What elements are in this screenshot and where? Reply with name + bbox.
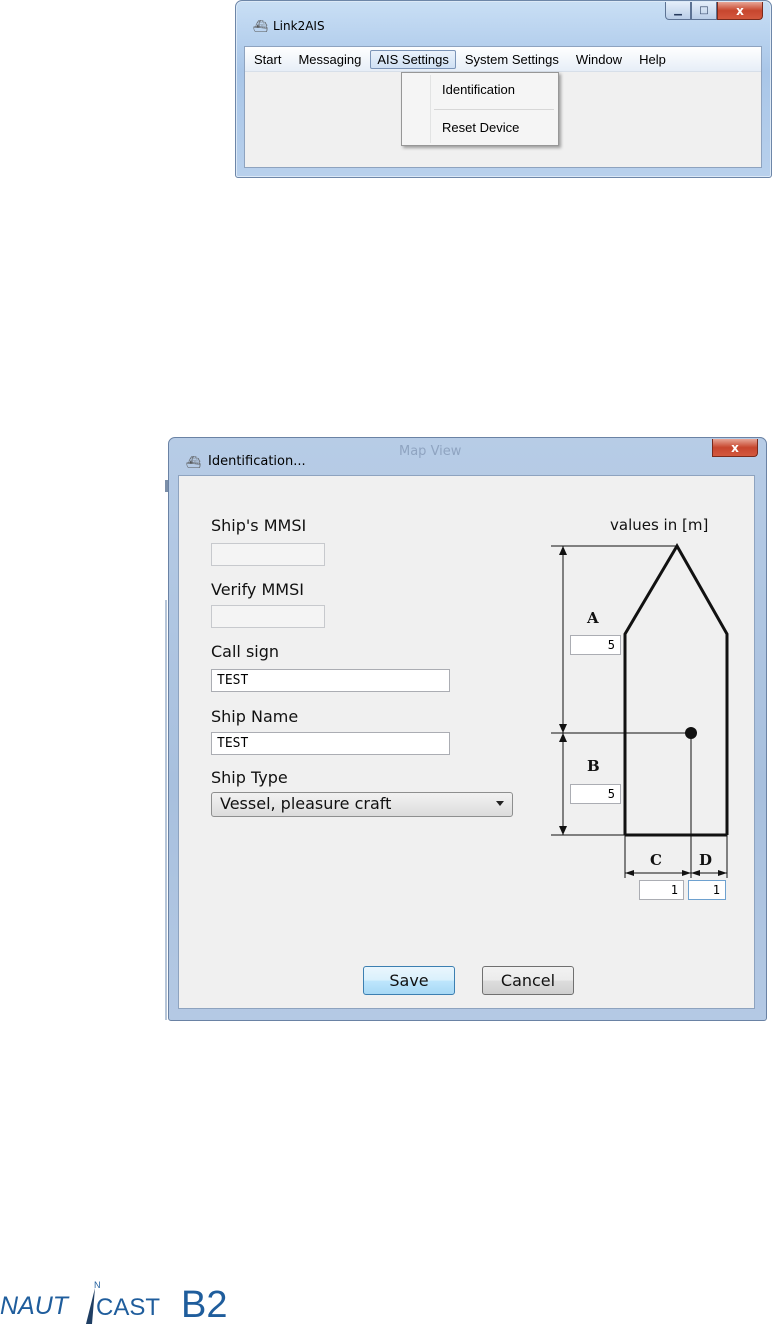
dimension-c-input[interactable]: 1	[639, 880, 684, 900]
menu-bar: Start Messaging AIS Settings System Sett…	[245, 47, 761, 72]
ship-app-icon: ⛴	[253, 19, 269, 33]
dimension-a-input[interactable]: 5	[570, 635, 621, 655]
minimize-icon: ▁	[674, 5, 682, 16]
identification-dialog: ⛴ Identification... Map View x Ship's MM…	[168, 437, 767, 1021]
save-button[interactable]: Save	[363, 966, 455, 995]
menu-help[interactable]: Help	[631, 50, 674, 69]
minimize-button[interactable]: ▁	[665, 2, 691, 20]
dialog-title-bar[interactable]: ⛴ Identification... Map View x	[169, 438, 766, 476]
dimension-d-label: D	[699, 851, 713, 869]
menu-ais-settings[interactable]: AIS Settings	[370, 49, 456, 69]
dimension-c-label: C	[650, 851, 662, 869]
background-edge	[165, 600, 167, 1020]
ship-outline	[623, 543, 729, 835]
background-window-title: Map View	[399, 444, 462, 459]
menu-system-settings[interactable]: System Settings	[457, 50, 567, 69]
close-icon: x	[731, 440, 739, 455]
dialog-client-area: Ship's MMSI Verify MMSI Call sign TEST S…	[178, 475, 755, 1009]
reference-point	[685, 727, 697, 739]
window-title: Link2AIS	[273, 19, 325, 33]
dimension-b-label: B	[587, 757, 600, 775]
menu-item-reset-device[interactable]: Reset Device	[442, 120, 519, 135]
maximize-button[interactable]: □	[691, 2, 717, 20]
menu-gutter	[430, 75, 431, 143]
maximize-icon: □	[699, 5, 709, 16]
dimension-a-label: A	[587, 609, 599, 627]
menu-separator	[434, 109, 554, 110]
nauticast-b2-logo: NAUT N CAST B2	[0, 1280, 300, 1327]
menu-start[interactable]: Start	[246, 50, 289, 69]
cancel-button[interactable]: Cancel	[482, 966, 574, 995]
dialog-close-button[interactable]: x	[712, 439, 758, 457]
menu-window[interactable]: Window	[568, 50, 630, 69]
dialog-title: Identification...	[208, 454, 306, 469]
main-client-area: Start Messaging AIS Settings System Sett…	[244, 46, 762, 168]
logo-cast-text: CAST	[96, 1294, 161, 1321]
dimension-d-input[interactable]: 1	[688, 880, 726, 900]
logo-model-text: B2	[181, 1284, 228, 1326]
ais-settings-dropdown: Identification Reset Device	[401, 72, 559, 146]
title-bar[interactable]: ⛴ Link2AIS ▁ □ x	[236, 1, 771, 43]
ship-app-icon: ⛴	[186, 455, 202, 469]
link2ais-window: ⛴ Link2AIS ▁ □ x Start Messaging AIS Set…	[235, 0, 772, 178]
ship-dimension-diagram	[551, 543, 729, 878]
menu-item-identification[interactable]: Identification	[442, 82, 515, 97]
close-button[interactable]: x	[717, 2, 763, 20]
logo-naut-text: NAUT	[0, 1292, 69, 1320]
caption-buttons: ▁ □ x	[665, 2, 763, 20]
menu-messaging[interactable]: Messaging	[290, 50, 369, 69]
close-icon: x	[736, 3, 744, 18]
dimension-b-input[interactable]: 5	[570, 784, 621, 804]
